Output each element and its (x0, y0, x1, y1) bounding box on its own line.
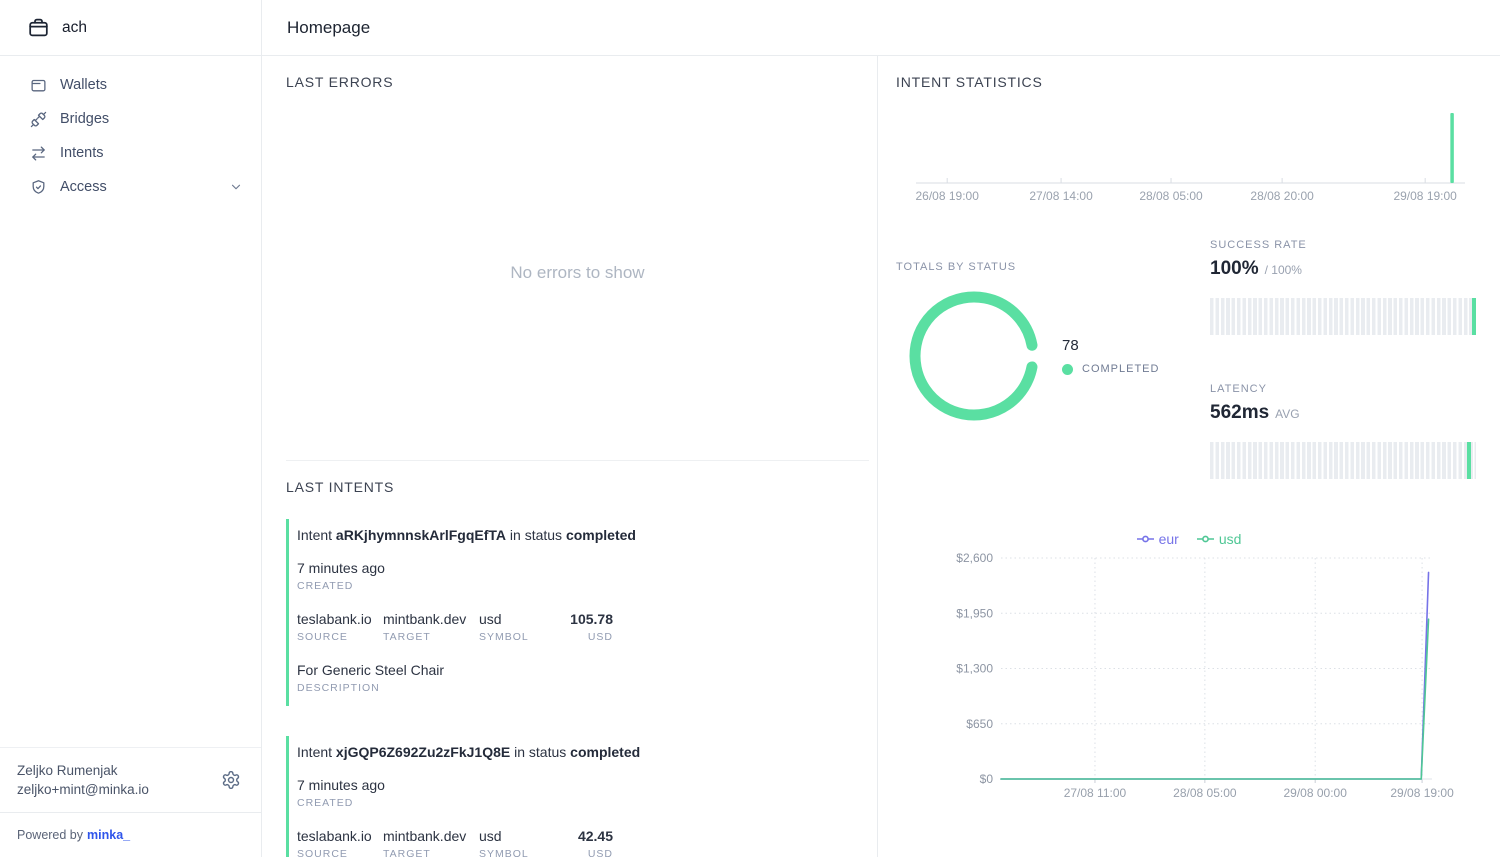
errors-empty-message: No errors to show (510, 263, 644, 283)
svg-text:29/08 19:00: 29/08 19:00 (1390, 786, 1454, 800)
svg-text:29/08 19:00: 29/08 19:00 (1393, 189, 1457, 203)
powered-by-row: Powered by minka_ (0, 812, 261, 857)
intent-created-label: CREATED (297, 797, 869, 809)
intent-card[interactable]: Intent xjGQP6Z692Zu2zFkJ1Q8E in status c… (286, 736, 869, 857)
section-divider (286, 460, 869, 461)
intent-symbol: usd (479, 829, 549, 844)
svg-text:$1,300: $1,300 (956, 662, 993, 676)
intent-card[interactable]: Intent aRKjhymnnskArlFgqEfTA in status c… (286, 519, 869, 706)
user-email: zeljko+mint@minka.io (17, 780, 149, 799)
latency-label: LATENCY (1210, 383, 1482, 395)
sidebar-item-bridges[interactable]: Bridges (0, 102, 261, 136)
svg-text:27/08 14:00: 27/08 14:00 (1029, 189, 1093, 203)
intent-id: xjGQP6Z692Zu2zFkJ1Q8E (336, 744, 510, 760)
intent-status-line: Intent xjGQP6Z692Zu2zFkJ1Q8E in status c… (297, 744, 869, 760)
left-column: LAST ERRORS No errors to show LAST INTEN… (262, 56, 878, 857)
chevron-down-icon (229, 180, 243, 194)
intent-created-value: 7 minutes ago (297, 778, 869, 793)
intent-statistics-title: INTENT STATISTICS (896, 74, 1482, 90)
last-intents-title: LAST INTENTS (286, 479, 869, 495)
svg-text:$0: $0 (980, 772, 994, 786)
transfer-arrows-icon (30, 145, 47, 162)
intent-status-line: Intent aRKjhymnnskArlFgqEfTA in status c… (297, 527, 869, 543)
totals-by-status-block: TOTALS BY STATUS 78 (896, 234, 1210, 479)
intent-id: aRKjhymnnskArlFgqEfTA (336, 527, 506, 543)
intent-source: teslabank.io (297, 829, 383, 844)
success-rate-target: / 100% (1265, 263, 1302, 277)
svg-text:26/08 19:00: 26/08 19:00 (915, 189, 979, 203)
intent-amount: 42.45 (549, 829, 613, 844)
legend-item-eur[interactable]: eur (1137, 531, 1179, 547)
settings-button[interactable] (221, 770, 241, 790)
success-rate-strip-chart (1210, 298, 1476, 335)
intent-description: For Generic Steel Chair (297, 663, 869, 678)
chart-legend: eur usd (896, 531, 1482, 546)
user-block: Zeljko Rumenjak zeljko+mint@minka.io Pow… (0, 747, 261, 857)
donut-legend: 78 COMPLETED (1062, 337, 1159, 375)
intent-target: mintbank.dev (383, 612, 479, 627)
completed-count: 78 (1062, 337, 1159, 354)
sidebar-item-access[interactable]: Access (0, 170, 261, 204)
intent-status: completed (566, 527, 636, 543)
briefcase-logo-icon (28, 17, 49, 38)
stats-panel: INTENT STATISTICS 26/08 19:00 27/08 14:00… (878, 56, 1500, 857)
totals-by-status-label: TOTALS BY STATUS (896, 261, 1210, 273)
legend-item-usd[interactable]: usd (1197, 531, 1242, 547)
main-area: Homepage LAST ERRORS No errors to show L… (262, 0, 1500, 857)
sidebar-item-label: Wallets (60, 77, 107, 93)
intent-status: completed (570, 744, 640, 760)
intent-created-label: CREATED (297, 580, 869, 592)
shield-check-icon (30, 179, 47, 196)
currency-volume-chart-block: eur usd $0 $650 $1,300 $1,950 $2,600 27/08 11… (896, 531, 1482, 806)
completed-status-dot (1062, 364, 1073, 375)
powered-by-text: Powered by (17, 828, 83, 842)
svg-text:27/08 11:00: 27/08 11:00 (1064, 786, 1127, 800)
bridge-icon (30, 111, 47, 128)
completed-status-label: COMPLETED (1082, 363, 1159, 375)
page-header: Homepage (262, 0, 1500, 56)
sidebar-nav: Wallets Bridges (0, 68, 261, 204)
currency-volume-chart: $0 $650 $1,300 $1,950 $2,600 27/08 11:00 28/08… (932, 550, 1482, 806)
intent-symbol: usd (479, 612, 549, 627)
success-rate-label: SUCCESS RATE (1210, 239, 1482, 251)
gear-icon (221, 770, 241, 790)
app-root: ach Wallets (0, 0, 1500, 857)
svg-text:$650: $650 (966, 717, 993, 731)
svg-text:29/08 00:00: 29/08 00:00 (1283, 786, 1347, 800)
status-donut-chart (907, 289, 1041, 423)
kpi-block: SUCCESS RATE 100% / 100% LATENCY 562ms A… (1210, 234, 1482, 479)
last-errors-title: LAST ERRORS (286, 74, 869, 90)
errors-empty-state: No errors to show (286, 108, 869, 438)
sidebar: ach Wallets (0, 0, 262, 857)
wallet-icon (30, 77, 47, 94)
legend-label-eur: eur (1159, 531, 1179, 547)
sidebar-item-label: Bridges (60, 111, 109, 127)
latency-strip-chart (1210, 442, 1476, 479)
user-info: Zeljko Rumenjak zeljko+mint@minka.io (0, 747, 261, 812)
logo-row[interactable]: ach (0, 0, 261, 56)
svg-text:$2,600: $2,600 (956, 551, 993, 565)
sidebar-item-label: Access (60, 179, 107, 195)
sidebar-item-label: Intents (60, 145, 104, 161)
latency-value: 562ms (1210, 402, 1269, 424)
svg-text:28/08 20:00: 28/08 20:00 (1250, 189, 1314, 203)
intent-source: teslabank.io (297, 612, 383, 627)
intent-activity-chart: 26/08 19:00 27/08 14:00 28/08 05:00 28/08 2… (904, 104, 1482, 204)
intent-created-value: 7 minutes ago (297, 561, 869, 576)
user-name: Zeljko Rumenjak (17, 761, 149, 780)
logo-text: ach (62, 19, 87, 37)
svg-text:28/08 05:00: 28/08 05:00 (1173, 786, 1237, 800)
intent-amount: 105.78 (549, 612, 613, 627)
latency-unit: AVG (1275, 407, 1299, 421)
page-title: Homepage (287, 18, 370, 38)
sidebar-item-intents[interactable]: Intents (0, 136, 261, 170)
svg-text:28/08 05:00: 28/08 05:00 (1139, 189, 1203, 203)
svg-text:$1,950: $1,950 (956, 606, 993, 620)
minka-brand-link[interactable]: minka_ (87, 828, 130, 842)
legend-label-usd: usd (1219, 531, 1242, 547)
intent-target: mintbank.dev (383, 829, 479, 844)
success-rate-value: 100% (1210, 258, 1259, 280)
sidebar-item-wallets[interactable]: Wallets (0, 68, 261, 102)
